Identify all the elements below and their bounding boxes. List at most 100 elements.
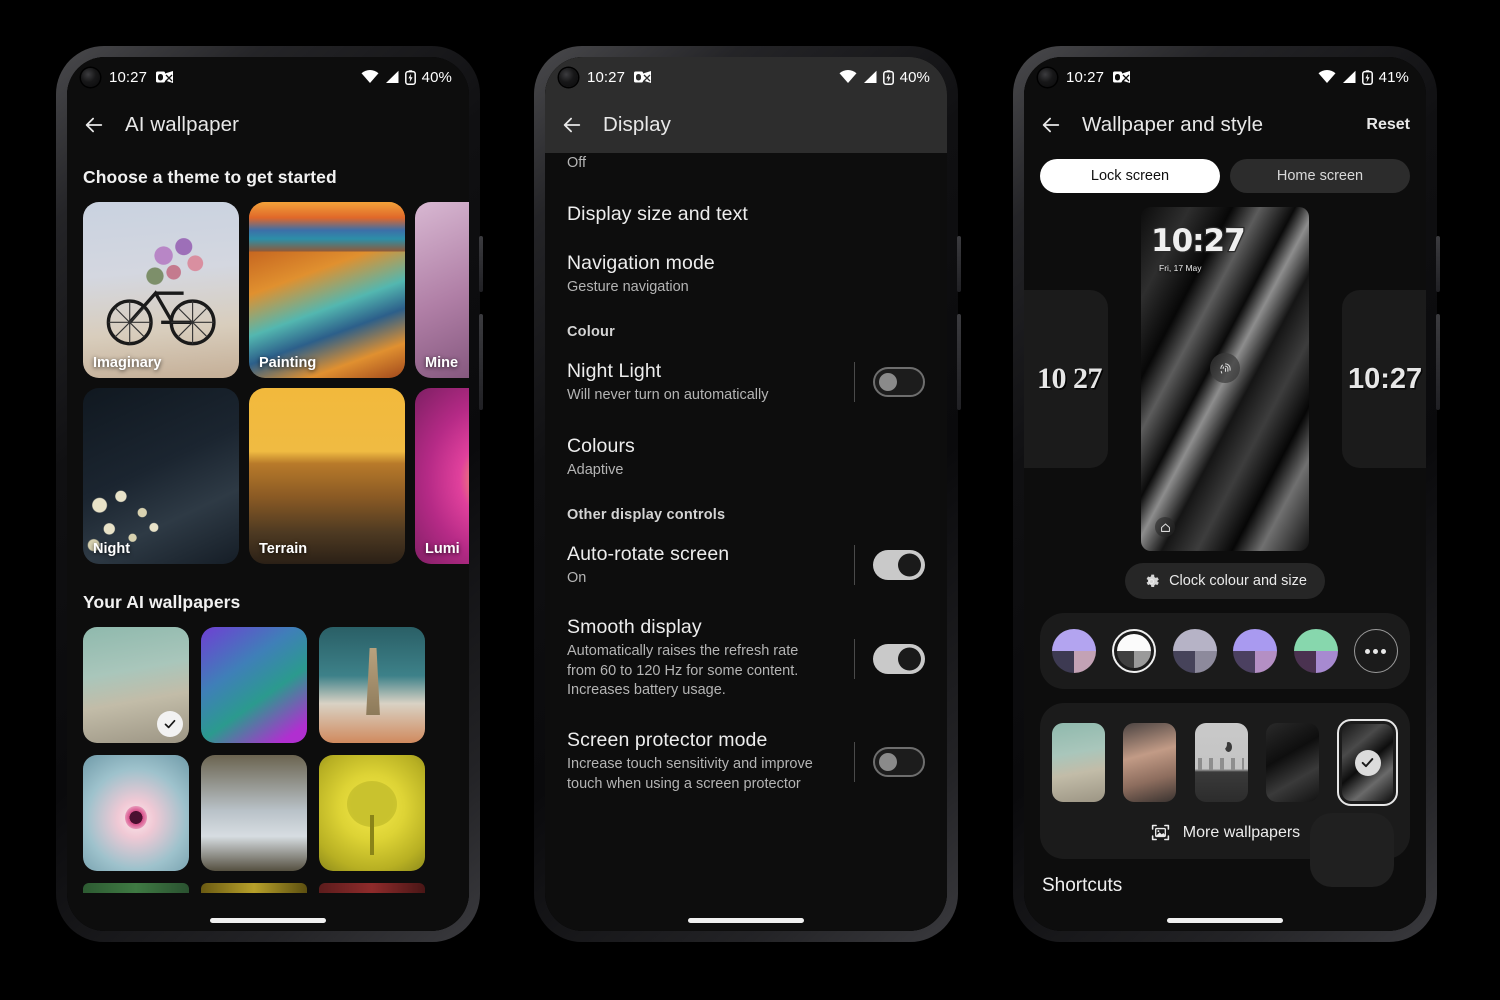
- setting-subtitle: Automatically raises the refresh rate fr…: [567, 643, 799, 699]
- phone3-screen: 10:27 41% Wallpaper and style Reset Lock…: [1024, 57, 1426, 931]
- toggle-knob: [898, 647, 921, 671]
- volume-button[interactable]: [957, 314, 961, 410]
- clock-style-preview-left[interactable]: 10 27: [1024, 290, 1108, 468]
- wifi-icon: [1318, 70, 1336, 83]
- artwork-detail: [125, 806, 147, 830]
- wallpaper-thumbnail-bridge[interactable]: [83, 627, 189, 743]
- setting-row-night-light[interactable]: Night Light Will never turn on automatic…: [545, 340, 947, 406]
- camera-punch-hole-icon: [81, 67, 100, 87]
- colour-swatch-row: [1052, 629, 1398, 673]
- lock-screen-date: Fri, 17 May: [1159, 263, 1202, 273]
- back-arrow-icon[interactable]: [83, 114, 105, 136]
- wallpaper-thumbnail-threads[interactable]: [201, 755, 307, 871]
- wallpaper-thumb-bridge[interactable]: [1052, 723, 1105, 802]
- setting-row-screen-protector-mode[interactable]: Screen protector mode Increase touch sen…: [545, 701, 947, 794]
- artwork-detail: [1220, 739, 1227, 749]
- ai-wallpaper-content: Choose a theme to get started Imaginary …: [67, 153, 469, 893]
- tab-lock-screen[interactable]: Lock screen: [1040, 159, 1220, 193]
- wallpaper-image: [1123, 723, 1177, 802]
- back-arrow-icon[interactable]: [561, 114, 583, 136]
- screen-protector-toggle[interactable]: [873, 746, 925, 777]
- scrolled-off-value: Off: [567, 155, 587, 171]
- status-time: 10:27: [587, 68, 626, 86]
- setting-subtitle: Adaptive: [567, 462, 624, 479]
- phone2-screen-bezel: 10:27 40% Display Off Display size and t…: [545, 57, 947, 931]
- setting-text: Screen protector mode Increase touch sen…: [567, 729, 838, 794]
- check-icon: [164, 719, 176, 729]
- power-button[interactable]: [957, 236, 961, 292]
- wallpaper-thumbnail-partial[interactable]: [319, 883, 425, 893]
- toggle-knob: [879, 373, 897, 392]
- wallpaper-thumbnail-lighthouse[interactable]: [319, 627, 425, 743]
- shortcut-card-peek[interactable]: [1310, 813, 1394, 887]
- theme-tile-night[interactable]: Night: [83, 388, 239, 564]
- swatch-quadrant-bottom-left: [1172, 651, 1195, 673]
- fingerprint-glyph: [1219, 362, 1231, 374]
- smooth-display-toggle[interactable]: [873, 643, 925, 674]
- camera-punch-hole-icon: [559, 67, 578, 87]
- status-notification-icons: [634, 70, 652, 84]
- toggle-wrap: [838, 638, 925, 679]
- power-button[interactable]: [1436, 236, 1440, 292]
- gesture-nav-pill[interactable]: [210, 918, 326, 923]
- theme-thumbnail: [415, 388, 469, 564]
- toggle-wrap: [838, 362, 925, 403]
- back-arrow-icon[interactable]: [1040, 114, 1062, 136]
- theme-tile-imaginary[interactable]: Imaginary: [83, 202, 239, 378]
- swatch-quadrant-bottom-left: [1052, 651, 1074, 673]
- colour-swatch-5[interactable]: [1293, 629, 1338, 673]
- wallpaper-thumb-portrait[interactable]: [1123, 723, 1177, 802]
- status-system-icons: 40%: [839, 69, 930, 86]
- setting-row-colours[interactable]: Colours Adaptive: [545, 405, 947, 481]
- gesture-nav-pill[interactable]: [688, 918, 804, 923]
- tab-home-screen[interactable]: Home screen: [1230, 159, 1410, 193]
- colour-swatch-1[interactable]: [1052, 629, 1096, 673]
- power-button[interactable]: [479, 236, 483, 292]
- wallpaper-thumbnail-partial[interactable]: [83, 883, 189, 893]
- wallpaper-thumbnail-partial[interactable]: [201, 883, 307, 893]
- page-title: AI wallpaper: [125, 113, 240, 136]
- outlook-notification-icon: [156, 71, 174, 83]
- theme-thumbnail: [249, 388, 405, 564]
- volume-button[interactable]: [479, 314, 483, 410]
- clock-colour-and-size-button[interactable]: Clock colour and size: [1125, 563, 1325, 599]
- lock-screen-preview[interactable]: 10:27 Fri, 17 May: [1141, 207, 1309, 551]
- setting-row-smooth-display[interactable]: Smooth display Automatically raises the …: [545, 588, 947, 701]
- phone-device-display-settings: 10:27 40% Display Off Display size and t…: [534, 46, 961, 942]
- wallpaper-picker-card: More wallpapers: [1040, 703, 1410, 887]
- clock-style-preview-right[interactable]: 10:27: [1342, 290, 1426, 468]
- wallpaper-thumb-dark-abstract[interactable]: [1265, 723, 1319, 802]
- theme-tile-mine[interactable]: Mine: [415, 202, 469, 378]
- clock-preview-time: 10 27: [1037, 362, 1103, 395]
- reset-button[interactable]: Reset: [1366, 116, 1410, 134]
- theme-label: Night: [93, 541, 131, 557]
- colour-palette-card: [1040, 613, 1410, 689]
- volume-button[interactable]: [1436, 314, 1440, 410]
- setting-title: Display size and text: [567, 203, 748, 225]
- colour-swatch-2-selected[interactable]: [1112, 629, 1157, 673]
- setting-row-auto-rotate-screen[interactable]: Auto-rotate screen On: [545, 523, 947, 589]
- colour-swatch-3[interactable]: [1172, 629, 1217, 673]
- swatch-quadrant-top: [1233, 629, 1278, 651]
- setting-row-display-size-and-text[interactable]: Display size and text: [545, 171, 947, 226]
- cellular-signal-icon: [385, 70, 399, 83]
- night-light-toggle[interactable]: [873, 367, 925, 398]
- theme-tile-terrain[interactable]: Terrain: [249, 388, 405, 564]
- outlook-notification-icon: [634, 71, 652, 83]
- category-colour: Colour: [567, 323, 615, 340]
- auto-rotate-toggle[interactable]: [873, 550, 925, 581]
- setting-row-navigation-mode[interactable]: Navigation mode Gesture navigation: [545, 226, 947, 298]
- theme-tile-lumi[interactable]: Lumi: [415, 388, 469, 564]
- swatch-quadrant-top: [1052, 629, 1096, 651]
- gesture-nav-pill[interactable]: [1167, 918, 1283, 923]
- theme-tile-painting[interactable]: Painting: [249, 202, 405, 378]
- more-options-icon[interactable]: [1353, 629, 1398, 673]
- wallpaper-thumb-rock-selected[interactable]: [1337, 719, 1398, 806]
- status-time: 10:27: [109, 68, 148, 86]
- wallpaper-thumbnail-tree[interactable]: [319, 755, 425, 871]
- colour-swatch-4[interactable]: [1233, 629, 1278, 673]
- image-picker-icon: [1151, 824, 1169, 841]
- wallpaper-thumbnail-flower[interactable]: [83, 755, 189, 871]
- wallpaper-thumbnail-crystal[interactable]: [201, 627, 307, 743]
- wallpaper-thumb-moon[interactable]: [1194, 723, 1248, 802]
